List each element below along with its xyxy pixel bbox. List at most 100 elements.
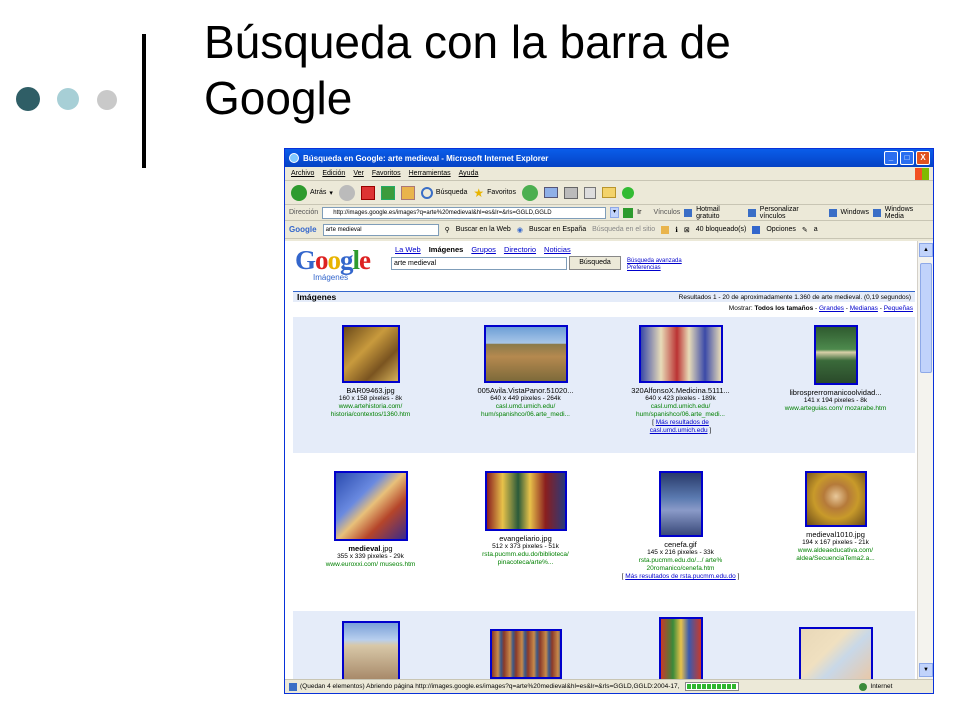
search-web-button[interactable]: Buscar en la Web xyxy=(456,226,511,233)
scroll-thumb[interactable] xyxy=(920,263,932,373)
more-results-link[interactable]: Más resultados de xyxy=(656,419,709,426)
search-spain-button[interactable]: Buscar en España xyxy=(529,226,586,233)
result-thumbnail[interactable] xyxy=(658,471,703,537)
home-icon[interactable] xyxy=(400,185,415,200)
link-personalize[interactable]: Personalizar vínculos xyxy=(760,206,825,220)
result-thumbnail[interactable] xyxy=(798,627,873,679)
result-thumbnail[interactable] xyxy=(341,621,400,679)
menu-ver[interactable]: Ver xyxy=(353,170,364,177)
history-icon[interactable] xyxy=(521,184,538,201)
result-filename[interactable]: BAR09463.jpg xyxy=(293,386,448,395)
result-site-path[interactable]: hum/spanishco/06.arte_medi... xyxy=(448,411,603,419)
menu-favoritos[interactable]: Favoritos xyxy=(372,170,401,177)
edit-icon[interactable] xyxy=(583,186,596,199)
print-icon[interactable] xyxy=(563,186,578,199)
result-filename[interactable]: 005Avila.VistaPanor.51020... xyxy=(448,386,603,395)
folder-icon[interactable] xyxy=(601,187,616,198)
menu-herramientas[interactable]: Herramientas xyxy=(409,170,451,177)
result-site-path[interactable]: aldea/SecuenciaTema2.a... xyxy=(758,555,913,563)
preferences-link[interactable]: Preferencias xyxy=(627,265,682,272)
back-button[interactable]: Atrás ▾ xyxy=(291,184,333,201)
link-windows[interactable]: Windows xyxy=(841,209,869,216)
scroll-down-icon[interactable]: ▼ xyxy=(919,663,933,677)
menu-archivo[interactable]: Archivo xyxy=(291,170,314,177)
result-site-path[interactable]: pinacoteca/arte%... xyxy=(448,559,603,567)
result-thumbnail[interactable] xyxy=(813,325,858,385)
refresh-icon[interactable] xyxy=(380,185,395,200)
nav-web-link[interactable]: La Web xyxy=(395,245,421,254)
vertical-scrollbar[interactable]: ▲ ▼ xyxy=(917,241,933,679)
highlight-icon[interactable]: ✎ xyxy=(802,226,808,234)
size-all: Todos los tamaños xyxy=(754,305,814,312)
result-filename[interactable]: cenefa.gif xyxy=(603,540,758,549)
stop-icon[interactable] xyxy=(360,185,375,200)
result-site[interactable]: www.artehistoria.com/ xyxy=(293,403,448,411)
nav-news-link[interactable]: Noticias xyxy=(544,245,571,254)
result-site[interactable]: www.euroxxi.com/ museos.htm xyxy=(293,561,448,569)
google-search-input[interactable]: arte medieval xyxy=(391,257,567,270)
result-filename-wrap[interactable]: medieval.jpg xyxy=(293,544,448,553)
info-icon[interactable]: ℹ xyxy=(675,226,678,234)
google-search-button[interactable]: Búsqueda xyxy=(569,256,621,270)
maximize-button[interactable]: □ xyxy=(900,151,914,165)
result-thumbnail[interactable] xyxy=(341,325,400,383)
popup-blocked-count[interactable]: 40 bloqueado(s) xyxy=(696,226,747,233)
result-site[interactable]: www.arteguias.com/ mozarabe.htm xyxy=(758,405,913,413)
result-filename[interactable]: 320AlfonsoX.Medicina.5111... xyxy=(603,386,758,395)
news-icon[interactable] xyxy=(661,225,670,234)
result-thumbnail[interactable] xyxy=(484,471,567,531)
google-toolbar-input[interactable]: arte medieval xyxy=(322,223,439,236)
nav-groups-link[interactable]: Grupos xyxy=(471,245,496,254)
close-button[interactable]: X xyxy=(916,151,930,165)
size-medium-link[interactable]: Medianas xyxy=(850,305,878,312)
options-icon xyxy=(752,225,761,234)
menu-ayuda[interactable]: Ayuda xyxy=(459,170,479,177)
result-thumbnail[interactable] xyxy=(638,325,723,383)
result-filename[interactable]: medieval1010.jpg xyxy=(758,530,913,539)
google-logo[interactable]: Google xyxy=(295,245,371,276)
result-site-path[interactable]: 20romanico/cenefa.htm xyxy=(603,565,758,573)
result-thumbnail[interactable] xyxy=(489,629,562,679)
result-site[interactable]: www.aldeaeducativa.com/ xyxy=(758,547,913,555)
options-button[interactable]: Opciones xyxy=(766,226,796,233)
google-toolbar-logo[interactable]: Google xyxy=(289,225,317,234)
messenger-icon[interactable] xyxy=(621,186,634,199)
result-site[interactable]: casl.umd.umich.edu/ xyxy=(603,403,758,411)
result-thumbnail[interactable] xyxy=(483,325,568,383)
advanced-search-link[interactable]: Búsqueda avanzada xyxy=(627,258,682,265)
result-item xyxy=(758,621,913,679)
link-hotmail[interactable]: Hotmail gratuito xyxy=(696,206,744,220)
search-site-button[interactable]: Búsqueda en el sitio xyxy=(592,226,655,233)
google-toolbar-more[interactable]: a xyxy=(814,226,818,233)
result-filename[interactable]: evangeliario.jpg xyxy=(448,534,603,543)
link-windows-media[interactable]: Windows Media xyxy=(885,206,933,220)
minimize-button[interactable]: _ xyxy=(884,151,898,165)
result-thumbnail[interactable] xyxy=(804,471,867,527)
result-site-path[interactable]: hum/spanishco/06.arte_medi... xyxy=(603,411,758,419)
result-filename[interactable]: librosprerromanicoolvidad... xyxy=(758,388,913,397)
result-site[interactable]: casl.umd.umich.edu/ xyxy=(448,403,603,411)
status-text: (Quedan 4 elementos) Abriendo página htt… xyxy=(300,683,680,690)
menu-edicion[interactable]: Edición xyxy=(322,170,345,177)
result-site-path[interactable]: historia/contextos/1360.htm xyxy=(293,411,448,419)
size-small-link[interactable]: Pequeñas xyxy=(884,305,913,312)
mail-icon[interactable] xyxy=(543,187,558,198)
go-arrow-icon[interactable] xyxy=(623,207,634,218)
address-input[interactable]: http://images.google.es/images?q=arte%20… xyxy=(322,206,606,219)
result-thumbnail[interactable] xyxy=(658,617,703,679)
search-button[interactable]: Búsqueda xyxy=(420,186,467,199)
result-site[interactable]: rsta.pucmm.edu.do/.../ arte% xyxy=(603,557,758,565)
more-results-line2: casl.umd.umich.edu ] xyxy=(649,427,712,434)
favorites-button[interactable]: ★ Favoritos xyxy=(473,186,516,200)
nav-directory-link[interactable]: Directorio xyxy=(504,245,536,254)
more-results-site-link[interactable]: casl.umd.umich.edu xyxy=(650,427,708,434)
size-large-link[interactable]: Grandes xyxy=(819,305,844,312)
more-results-link[interactable]: Más resultados de rsta.pucmm.edu.do xyxy=(625,573,736,580)
window-titlebar[interactable]: Búsqueda en Google: arte medieval - Micr… xyxy=(285,149,933,167)
result-site[interactable]: rsta.pucmm.edu.do/biblioteca/ xyxy=(448,551,603,559)
forward-arrow-icon[interactable] xyxy=(338,184,355,201)
result-thumbnail[interactable] xyxy=(333,471,408,541)
scroll-up-icon[interactable]: ▲ xyxy=(919,243,933,257)
address-dropdown-icon[interactable]: ▾ xyxy=(609,207,620,218)
go-button[interactable]: Ir xyxy=(637,209,641,216)
